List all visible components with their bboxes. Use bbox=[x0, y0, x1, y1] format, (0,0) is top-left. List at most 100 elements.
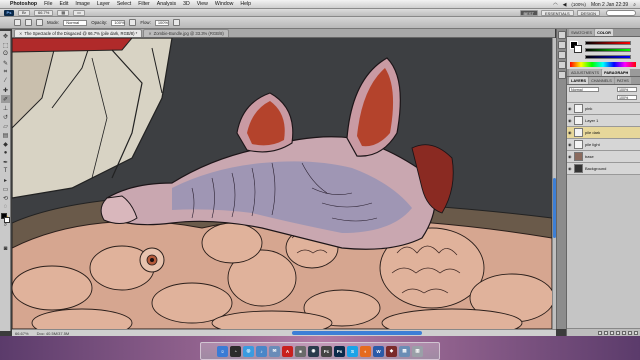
tool-preset-picker[interactable] bbox=[14, 19, 21, 26]
layer-mask-icon[interactable] bbox=[610, 330, 614, 335]
documents-icon[interactable]: ▤ bbox=[399, 345, 410, 357]
menu-file[interactable]: File bbox=[44, 1, 52, 7]
app2-icon[interactable]: ◆ bbox=[386, 345, 397, 357]
tab-adjustments[interactable]: ADJUSTMENTS bbox=[569, 69, 602, 76]
menu-select[interactable]: Select bbox=[117, 1, 131, 7]
flow-field[interactable]: 100% bbox=[154, 19, 169, 26]
opacity-field[interactable]: 100% bbox=[111, 19, 126, 26]
battery-status[interactable]: (100%) bbox=[571, 2, 586, 7]
horizontal-scroll-thumb[interactable] bbox=[292, 331, 422, 335]
layer-fill-field[interactable]: 100% bbox=[617, 95, 637, 100]
move-tool-icon[interactable]: ✥ bbox=[1, 32, 10, 40]
green-slider[interactable] bbox=[585, 48, 631, 52]
brush-picker[interactable] bbox=[25, 19, 32, 26]
tab-zombie-bundle[interactable]: ✕ Zombie-Bundle.jpg @ 33.3% (RGB/8) bbox=[143, 29, 229, 37]
workspace-design[interactable]: DESIGN bbox=[576, 10, 600, 16]
mode-dropdown[interactable]: Normal bbox=[63, 19, 88, 26]
new-layer-icon[interactable] bbox=[628, 330, 632, 335]
menu-window[interactable]: Window bbox=[215, 1, 233, 7]
color-ramp[interactable] bbox=[570, 62, 636, 67]
quick-select-tool-icon[interactable]: ✎ bbox=[1, 59, 10, 67]
actions-panel-icon[interactable] bbox=[558, 41, 566, 49]
menu-view[interactable]: View bbox=[197, 1, 208, 7]
workspace-essentials[interactable]: ESSENTIALS bbox=[540, 10, 574, 16]
blend-mode-dropdown[interactable]: Normal bbox=[569, 87, 599, 92]
brush-tool-icon[interactable]: ✐ bbox=[1, 95, 10, 103]
tab-color[interactable]: COLOR bbox=[595, 29, 613, 36]
bridge-button[interactable]: Br bbox=[18, 9, 30, 16]
blue-slider[interactable] bbox=[585, 55, 631, 59]
eraser-tool-icon[interactable]: ▱ bbox=[1, 122, 10, 130]
itunes-icon[interactable]: ♪ bbox=[256, 345, 267, 357]
arrange-documents-button[interactable]: ▦ bbox=[57, 9, 70, 16]
brush-panel-icon[interactable] bbox=[558, 51, 566, 59]
history-panel-icon[interactable] bbox=[558, 31, 566, 39]
app-icon[interactable]: ■ bbox=[295, 345, 306, 357]
brush-panel-toggle[interactable] bbox=[36, 19, 43, 26]
layer-row[interactable]: ◉ Background bbox=[567, 163, 640, 175]
finder-icon[interactable]: ☺ bbox=[217, 345, 228, 357]
firefox-icon[interactable]: ◐ bbox=[360, 345, 371, 357]
close-tab-icon[interactable]: ✕ bbox=[148, 31, 151, 36]
visibility-eye-icon[interactable]: ◉ bbox=[568, 142, 572, 147]
workspace-best[interactable]: BEST bbox=[519, 10, 538, 16]
3d-orbit-tool-icon[interactable]: ◌ bbox=[1, 203, 10, 211]
healing-tool-icon[interactable]: ✚ bbox=[1, 86, 10, 94]
tab-spectacle-document[interactable]: ✕ The Spectacle of the Disgaced @ 66.7% … bbox=[14, 29, 143, 37]
visibility-eye-icon[interactable]: ◉ bbox=[568, 154, 572, 159]
history-brush-tool-icon[interactable]: ↺ bbox=[1, 113, 10, 121]
marquee-tool-icon[interactable]: ⬚ bbox=[1, 41, 10, 49]
visibility-eye-icon[interactable]: ◉ bbox=[568, 118, 572, 123]
tab-paths[interactable]: PATHS bbox=[614, 77, 631, 84]
pen-tool-icon[interactable]: ✒ bbox=[1, 158, 10, 166]
menu-3d[interactable]: 3D bbox=[183, 1, 190, 7]
word-icon[interactable]: W bbox=[373, 345, 384, 357]
crop-tool-icon[interactable]: ⌗ bbox=[1, 68, 10, 76]
blur-tool-icon[interactable]: ◆ bbox=[1, 140, 10, 148]
visibility-eye-icon[interactable]: ◉ bbox=[568, 130, 572, 135]
layer-row[interactable]: ◉ pink bbox=[567, 103, 640, 115]
tab-swatches[interactable]: SWATCHES bbox=[569, 29, 595, 36]
red-slider[interactable] bbox=[585, 41, 631, 45]
layer-opacity-field[interactable]: 100% bbox=[617, 87, 637, 92]
airbrush-button[interactable] bbox=[172, 19, 180, 26]
menu-image[interactable]: Image bbox=[75, 1, 89, 7]
dashboard-icon[interactable]: ◔ bbox=[230, 345, 241, 357]
menu-help[interactable]: Help bbox=[240, 1, 251, 7]
background-color-swatch[interactable] bbox=[4, 217, 10, 223]
menu-edit[interactable]: Edit bbox=[59, 1, 68, 7]
dodge-tool-icon[interactable]: ● bbox=[1, 149, 10, 157]
layer-row[interactable]: ◉ pile light bbox=[567, 139, 640, 151]
menu-app-name[interactable]: Photoshop bbox=[10, 1, 37, 7]
background-color-chip[interactable] bbox=[574, 45, 582, 53]
layer-row-selected[interactable]: ◉ pile dark bbox=[567, 127, 640, 139]
clone-stamp-tool-icon[interactable]: ⊥ bbox=[1, 104, 10, 112]
close-tab-icon[interactable]: ✕ bbox=[19, 31, 22, 36]
character-panel-icon[interactable] bbox=[558, 71, 566, 79]
trash-icon[interactable]: ▥ bbox=[412, 345, 423, 357]
shape-tool-icon[interactable]: ▭ bbox=[1, 185, 10, 193]
tab-paragraph[interactable]: PARAGRAPH bbox=[602, 69, 631, 76]
wifi-icon[interactable]: ◠ bbox=[553, 2, 557, 8]
clone-source-panel-icon[interactable] bbox=[558, 61, 566, 69]
tab-layers[interactable]: LAYERS bbox=[569, 77, 589, 84]
eyedropper-tool-icon[interactable]: ⁄ bbox=[1, 77, 10, 85]
link-layers-icon[interactable] bbox=[598, 330, 602, 335]
steam-icon[interactable]: ◉ bbox=[308, 345, 319, 357]
adjustment-layer-icon[interactable] bbox=[616, 330, 620, 335]
lasso-tool-icon[interactable]: ʘ bbox=[1, 50, 10, 58]
mail-icon[interactable]: ✉ bbox=[269, 345, 280, 357]
menu-clock[interactable]: Mon 2 Jan 22:39 bbox=[591, 2, 628, 8]
menu-layer[interactable]: Layer bbox=[97, 1, 110, 7]
zoom-level[interactable]: 66.7% bbox=[34, 9, 54, 16]
pressure-opacity-button[interactable] bbox=[129, 19, 137, 26]
quick-mask-icon[interactable]: ◙ bbox=[1, 245, 10, 253]
visibility-eye-icon[interactable]: ◉ bbox=[568, 106, 572, 111]
layer-row[interactable]: ◉ base bbox=[567, 151, 640, 163]
spotlight-icon[interactable]: ⌕ bbox=[633, 2, 636, 8]
gradient-tool-icon[interactable]: ▤ bbox=[1, 131, 10, 139]
skype-icon[interactable]: S bbox=[347, 345, 358, 357]
photoshop-icon[interactable]: Ps bbox=[334, 345, 345, 357]
3d-rotate-tool-icon[interactable]: ⟲ bbox=[1, 194, 10, 202]
safari-icon[interactable]: ◎ bbox=[243, 345, 254, 357]
